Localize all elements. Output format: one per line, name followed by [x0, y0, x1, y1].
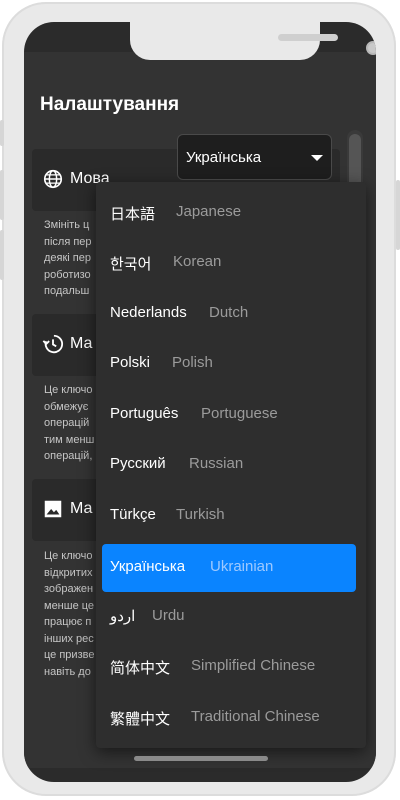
phone-side-button — [0, 120, 4, 146]
option-english-name: Japanese — [176, 203, 242, 220]
language-select-value: Українська — [186, 149, 262, 166]
desc-line: зображен — [44, 583, 94, 595]
language-select[interactable]: Українська — [177, 134, 332, 180]
setting-description: Змініть ц після пер деякі пер роботизо п… — [44, 217, 104, 300]
desc-line: це призве — [44, 649, 95, 661]
option-native-name: 繁體中文 — [110, 711, 171, 728]
option-english-name: Portuguese — [201, 405, 278, 422]
desc-line: після пер — [44, 235, 92, 248]
setting-label: Ма — [70, 500, 93, 517]
language-option[interactable]: 한국어 Korean — [96, 239, 366, 287]
option-native-name: Nederlands — [110, 304, 187, 321]
language-option[interactable]: 简体中文 Simplified Chinese — [96, 643, 366, 691]
language-option[interactable]: Português Portuguese — [96, 391, 366, 439]
option-english-name: Urdu — [152, 607, 185, 624]
page-title: Налаштування — [40, 94, 180, 115]
phone-side-button — [396, 180, 400, 250]
setting-description: Це ключо відкритих зображен менше це пра… — [44, 548, 104, 680]
option-english-name: Traditional Chinese — [191, 708, 320, 725]
desc-line: менше це — [44, 599, 95, 612]
option-english-name: Polish — [172, 354, 213, 371]
language-option[interactable]: 繁體中文 Traditional Chinese — [96, 694, 366, 742]
language-option[interactable]: اردو Urdu — [96, 593, 366, 641]
option-english-name: Turkish — [176, 506, 225, 523]
speaker-grille — [278, 34, 338, 41]
language-option[interactable]: Türkçe Turkish — [96, 492, 366, 540]
option-native-name: اردو — [110, 608, 136, 625]
settings-page: Налаштування Мова Змініть ц після пер де… — [24, 52, 376, 768]
phone-side-button — [0, 170, 4, 220]
home-indicator[interactable] — [134, 756, 268, 761]
phone-screen: Налаштування Мова Змініть ц після пер де… — [24, 22, 376, 782]
option-native-name: Português — [110, 405, 179, 422]
desc-line: працює п — [44, 616, 92, 628]
desc-line: Це ключо — [44, 550, 93, 562]
option-english-name: Korean — [173, 253, 222, 270]
option-native-name: Türkçe — [110, 506, 156, 523]
language-option-selected[interactable]: Українська Ukrainian — [102, 544, 356, 592]
language-option[interactable]: Nederlands Dutch — [96, 290, 366, 338]
option-english-name: Simplified Chinese — [191, 657, 316, 674]
option-native-name: 日本語 — [110, 206, 156, 223]
option-native-name: 한국어 — [110, 256, 152, 273]
language-dropdown-menu: 日本語 Japanese 한국어 Korean Nederlands Dutch… — [96, 182, 366, 748]
desc-line: подальш — [44, 285, 90, 297]
option-native-name: Русский — [110, 455, 166, 472]
desc-line: навіть до — [44, 665, 91, 678]
front-camera — [366, 41, 376, 55]
desc-line: операцій — [44, 417, 90, 429]
image-icon — [44, 500, 62, 518]
option-native-name: Українська — [110, 558, 186, 575]
desc-line: роботизо — [44, 268, 91, 281]
globe-icon — [43, 169, 63, 189]
language-option[interactable]: Polski Polish — [96, 340, 366, 388]
desc-line: деякі пер — [44, 252, 91, 264]
desc-line: операцій, — [44, 450, 93, 462]
option-english-name: Russian — [189, 455, 244, 472]
option-native-name: Polski — [110, 354, 151, 371]
setting-label: Ма — [70, 335, 93, 352]
history-icon — [42, 334, 64, 354]
phone-notch — [130, 22, 376, 60]
desc-line: Це ключо — [44, 384, 93, 396]
desc-line: відкритих — [44, 566, 93, 579]
desc-line: інших рес — [44, 632, 94, 645]
setting-description: Це ключо обмежує операцій тим менш опера… — [44, 382, 104, 465]
desc-line: тим менш — [44, 433, 95, 446]
phone-side-button — [0, 230, 4, 280]
language-option[interactable]: Русский Russian — [96, 441, 366, 489]
option-english-name: Ukrainian — [210, 558, 274, 575]
desc-line: обмежує — [44, 400, 89, 413]
language-option[interactable]: 日本語 Japanese — [96, 189, 366, 237]
chevron-down-icon[interactable] — [311, 155, 323, 161]
option-english-name: Dutch — [209, 304, 249, 321]
desc-line: Змініть ц — [44, 219, 90, 231]
option-native-name: 简体中文 — [110, 660, 171, 677]
